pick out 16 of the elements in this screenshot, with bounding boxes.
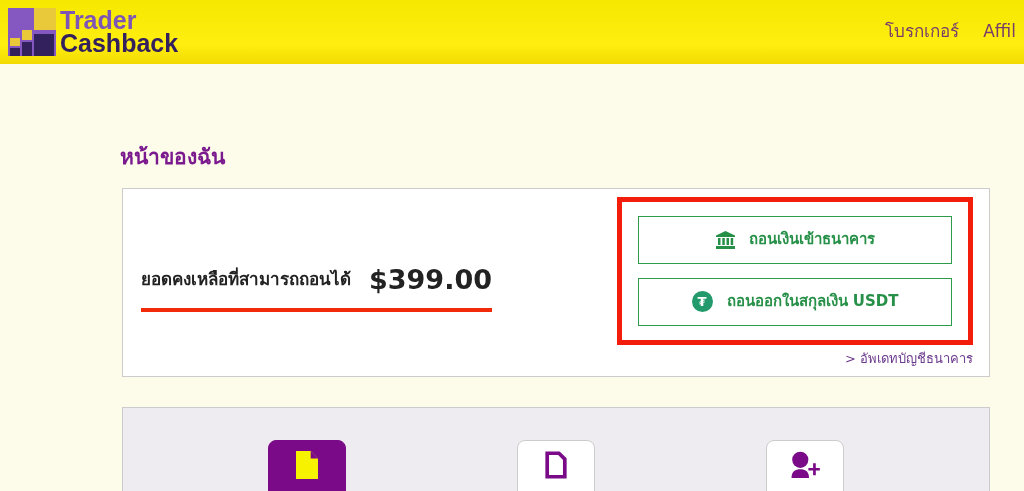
- balance-amount: $399.00: [369, 262, 492, 297]
- logo-icon: [8, 8, 56, 56]
- balance-label: ยอดคงเหลือที่สามารถถอนได้: [141, 267, 351, 292]
- bank-icon: [715, 230, 735, 249]
- page-title: หน้าของฉัน: [120, 144, 227, 171]
- document-icon: [545, 450, 567, 479]
- withdraw-button[interactable]: ถอนเงินเข้าธนาคาร: [638, 215, 952, 264]
- add-user-icon: [789, 450, 820, 478]
- tether-icon: ₮: [691, 291, 713, 312]
- nav-link[interactable]: Affil: [983, 19, 1016, 45]
- logo-text: Cashback: [60, 32, 179, 55]
- update-bank-link[interactable]: > อัพเดทบัญชีธนาคาร: [844, 348, 973, 368]
- document-icon: [296, 450, 319, 479]
- nav-link[interactable]: โบรกเกอร์: [885, 19, 960, 45]
- withdraw-button[interactable]: ₮ ถอนออกในสกุลเงิน USDT: [638, 277, 952, 326]
- logo-text: Trader: [60, 9, 137, 32]
